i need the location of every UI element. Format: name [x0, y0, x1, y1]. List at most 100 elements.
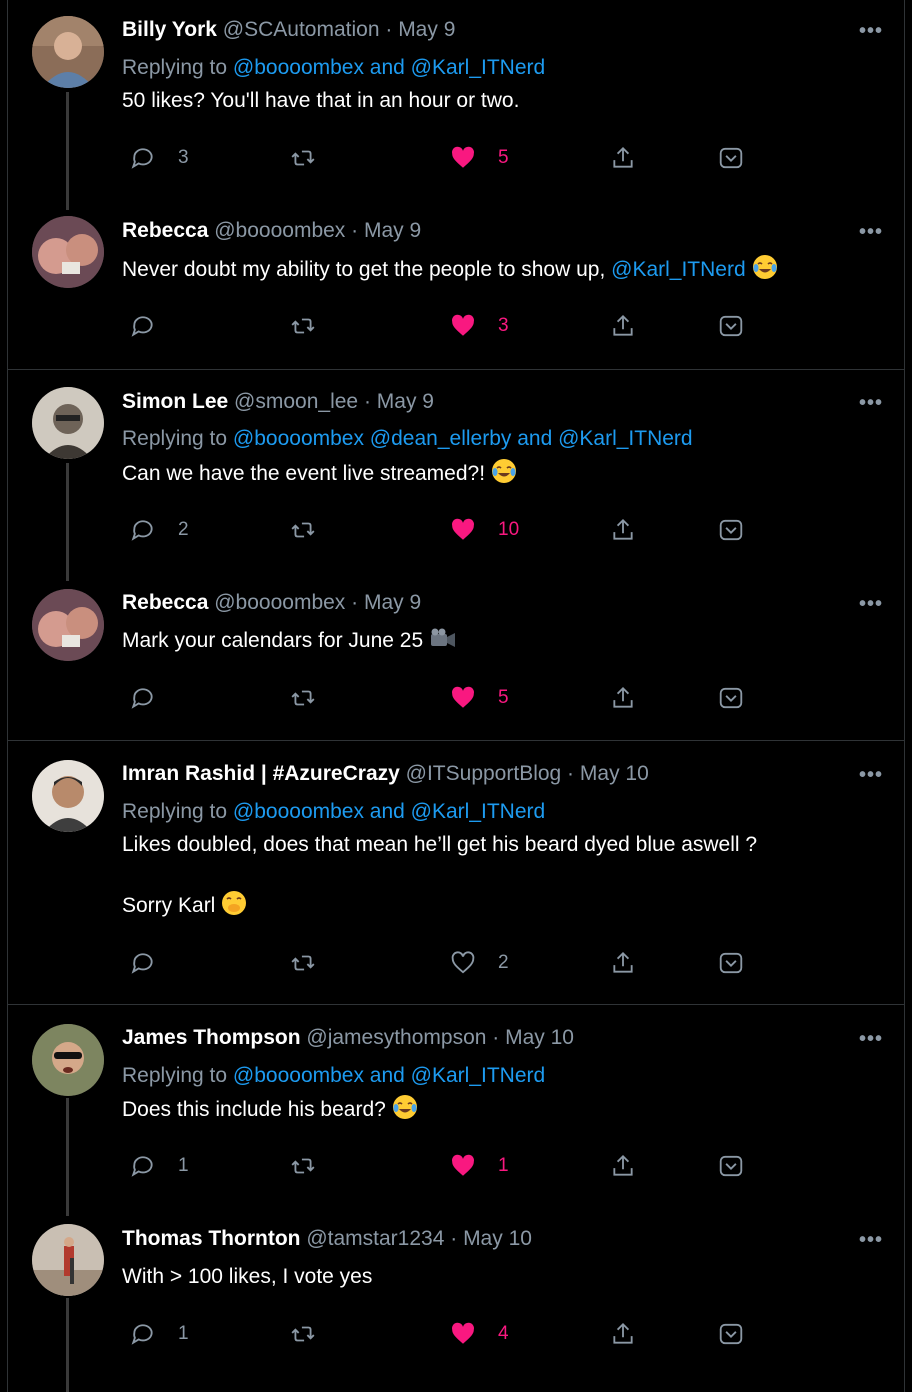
reply-icon [131, 148, 153, 169]
replying-to-mentions[interactable]: @boooombex and @Karl_ITNerd [233, 56, 545, 79]
video-camera-emoji [430, 628, 455, 647]
like-count: 10 [498, 519, 520, 540]
more-options-button[interactable]: ••• [859, 392, 883, 415]
replying-to: Replying to @boooombex and @Karl_ITNerd [122, 800, 546, 823]
more-options-button[interactable]: ••• [859, 20, 883, 43]
retweet-button[interactable] [290, 1317, 316, 1351]
thread-line [66, 1098, 69, 1216]
retweet-button[interactable] [290, 1149, 316, 1183]
bookmark-button[interactable] [718, 513, 744, 547]
bookmark-button[interactable] [718, 946, 744, 980]
replying-to-mentions[interactable]: @boooombex @dean_ellerby and @Karl_ITNer… [233, 427, 693, 450]
share-icon [613, 686, 633, 708]
more-options-button[interactable]: ••• [859, 1229, 883, 1252]
display-name[interactable]: Billy York [122, 18, 217, 41]
replying-to: Replying to @boooombex and @Karl_ITNerd [122, 1064, 546, 1087]
chevron-down-box-icon [719, 687, 743, 709]
laughing-crying-emoji [752, 255, 777, 279]
tweet-date[interactable]: May 9 [398, 18, 455, 41]
bookmark-button[interactable] [718, 681, 744, 715]
reply-button[interactable]: 1 [130, 1317, 189, 1351]
tweet[interactable]: Thomas Thornton @tamstar1234 · May 10 ••… [8, 1206, 905, 1392]
share-button[interactable] [610, 681, 636, 715]
display-name[interactable]: Rebecca [122, 219, 208, 242]
tweet[interactable]: Rebecca @boooombex · May 9 ••• Mark your… [8, 571, 905, 741]
bookmark-button[interactable] [718, 141, 744, 175]
handle[interactable]: @jamesythompson [306, 1026, 486, 1049]
reply-icon [131, 316, 153, 337]
tweet-text: With > 100 likes, I vote yes [122, 1265, 373, 1288]
more-options-button[interactable]: ••• [859, 221, 883, 244]
reply-button[interactable]: 3 [130, 141, 189, 175]
like-button[interactable]: 4 [450, 1317, 509, 1351]
retweet-button[interactable] [290, 681, 316, 715]
tweet-date[interactable]: May 9 [377, 390, 434, 413]
avatar[interactable] [32, 216, 104, 288]
reply-button[interactable]: 2 [130, 513, 189, 547]
tweet-date[interactable]: May 10 [463, 1227, 532, 1250]
reply-button[interactable]: 1 [130, 1149, 189, 1183]
like-button[interactable]: 3 [450, 309, 509, 343]
handle[interactable]: @ITSupportBlog [406, 762, 562, 785]
avatar[interactable] [32, 760, 104, 832]
share-button[interactable] [610, 513, 636, 547]
bookmark-button[interactable] [718, 1149, 744, 1183]
share-button[interactable] [610, 141, 636, 175]
retweet-button[interactable] [290, 513, 316, 547]
handle[interactable]: @SCAutomation [223, 18, 380, 41]
display-name[interactable]: James Thompson [122, 1026, 301, 1049]
bookmark-button[interactable] [718, 1317, 744, 1351]
avatar[interactable] [32, 589, 104, 661]
handle[interactable]: @boooombex [214, 591, 345, 614]
like-count: 5 [498, 147, 509, 168]
reply-button[interactable] [130, 946, 178, 980]
heart-filled-icon [452, 1154, 475, 1176]
like-button[interactable]: 2 [450, 946, 509, 980]
tweet[interactable]: Simon Lee @smoon_lee · May 9 ••• Replyin… [8, 371, 905, 581]
replying-to-mentions[interactable]: @boooombex and @Karl_ITNerd [233, 800, 545, 823]
like-button[interactable]: 1 [450, 1149, 509, 1183]
handle[interactable]: @smoon_lee [234, 390, 358, 413]
retweet-button[interactable] [290, 141, 316, 175]
share-button[interactable] [610, 1317, 636, 1351]
replying-to-mentions[interactable]: @boooombex and @Karl_ITNerd [233, 1064, 545, 1087]
more-options-button[interactable]: ••• [859, 1028, 883, 1051]
share-icon [613, 146, 633, 168]
reply-button[interactable] [130, 309, 178, 343]
tweet[interactable]: Rebecca @boooombex · May 9 ••• Never dou… [8, 200, 905, 370]
handle[interactable]: @tamstar1234 [306, 1227, 444, 1250]
bookmark-button[interactable] [718, 309, 744, 343]
hand-over-mouth-emoji [222, 891, 247, 915]
like-button[interactable]: 5 [450, 681, 509, 715]
like-button[interactable]: 10 [450, 513, 519, 547]
tweet-date[interactable]: May 10 [580, 762, 649, 785]
tweet[interactable]: James Thompson @jamesythompson · May 10 … [8, 1006, 905, 1216]
retweet-button[interactable] [290, 309, 316, 343]
display-name[interactable]: Imran Rashid | #AzureCrazy [122, 762, 400, 785]
avatar[interactable] [32, 1024, 104, 1096]
reply-icon [131, 520, 153, 541]
display-name[interactable]: Simon Lee [122, 390, 228, 413]
mention-link[interactable]: @Karl_ITNerd [611, 258, 746, 281]
tweet-date[interactable]: May 10 [505, 1026, 574, 1049]
tweet-actions: 1 4 [122, 1317, 762, 1351]
handle[interactable]: @boooombex [214, 219, 345, 242]
avatar[interactable] [32, 1224, 104, 1296]
retweet-button[interactable] [290, 946, 316, 980]
like-button[interactable]: 5 [450, 141, 509, 175]
share-button[interactable] [610, 309, 636, 343]
tweet-date[interactable]: May 9 [364, 591, 421, 614]
more-options-button[interactable]: ••• [859, 764, 883, 787]
tweet-date[interactable]: May 9 [364, 219, 421, 242]
avatar[interactable] [32, 387, 104, 459]
display-name[interactable]: Rebecca [122, 591, 208, 614]
share-button[interactable] [610, 946, 636, 980]
share-button[interactable] [610, 1149, 636, 1183]
tweet[interactable]: Imran Rashid | #AzureCrazy @ITSupportBlo… [8, 742, 905, 1005]
more-options-button[interactable]: ••• [859, 593, 883, 616]
tweet[interactable]: Billy York @SCAutomation · May 9 ••• Rep… [8, 0, 905, 210]
thread-divider [8, 369, 905, 370]
reply-button[interactable] [130, 681, 178, 715]
display-name[interactable]: Thomas Thornton [122, 1227, 300, 1250]
avatar[interactable] [32, 16, 104, 88]
